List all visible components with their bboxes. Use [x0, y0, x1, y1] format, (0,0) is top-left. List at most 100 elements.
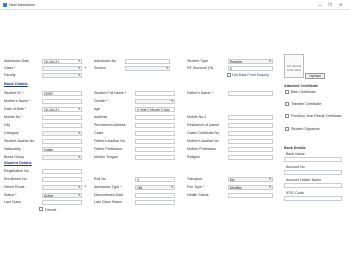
caste-certificate-no-field[interactable]	[228, 130, 273, 136]
fee-type-select[interactable]: Monthly	[228, 184, 273, 190]
birth-certificate-label: Birth Certificate	[291, 90, 316, 94]
class-label: Class *	[4, 66, 16, 70]
status-label: Status *	[4, 193, 17, 197]
residence-of-parent-field[interactable]	[228, 122, 273, 128]
last-class-field[interactable]	[42, 199, 82, 205]
format-label: Format	[45, 207, 57, 212]
nationality-field[interactable]: Indian	[42, 146, 82, 152]
blood-group-select[interactable]	[42, 154, 82, 160]
maximize-icon[interactable]: ❐	[328, 2, 332, 7]
age-label: Age	[94, 107, 101, 111]
fathers-aadhar-no-label: Father's Aadhar No	[94, 139, 125, 143]
student-aadhar-no-field[interactable]	[42, 138, 82, 144]
ifsc-code-field[interactable]	[284, 195, 342, 201]
address-label: Address	[94, 115, 108, 119]
fathers-aadhar-no-field[interactable]	[135, 138, 175, 144]
mobile-no2-label: Mobile No 2	[187, 115, 207, 119]
mobile-no-field[interactable]	[42, 114, 82, 120]
transport-label: Transport	[187, 177, 203, 181]
discontinued-date-field[interactable]	[135, 192, 175, 198]
transport-select[interactable]: No	[228, 176, 273, 182]
admission-no-field[interactable]	[125, 58, 170, 64]
last-class-label: Last Class	[4, 200, 21, 204]
nationality-label: Nationality	[4, 147, 21, 151]
city-field[interactable]	[42, 122, 82, 128]
select-route-select[interactable]	[42, 184, 82, 190]
age-field: 0 Year 0 Month 0 Day	[135, 106, 175, 112]
transfer-certificate-label: Transfer Certificate	[291, 102, 322, 106]
student-id-field[interactable]: 00087	[42, 90, 82, 96]
account-holder-name-label: Account Holder Name	[286, 177, 322, 182]
admission-type-label: Admission Type *	[94, 185, 122, 189]
student-details-heading: Student Details	[4, 161, 32, 165]
window-title: New Admission	[9, 3, 35, 7]
window-titlebar: New Admission — ❐ ✕	[0, 0, 350, 10]
student-signature-label: Student Signature	[291, 127, 320, 131]
father-profession-label: Father Profession	[94, 147, 123, 151]
student-photo: NO IMAGE AVAILABLE	[284, 54, 304, 78]
add-class-icon[interactable]: +	[84, 65, 87, 71]
transfer-certificate-checkbox[interactable]	[285, 101, 289, 106]
enrollment-no-label: Enrollment No	[4, 177, 27, 181]
student-type-label: Student Type	[187, 59, 209, 63]
app-icon	[3, 2, 7, 7]
account-holder-name-field[interactable]	[284, 182, 342, 188]
health-status-label: Health Status	[187, 193, 209, 197]
permanent-address-label: Permanent Address	[94, 123, 126, 127]
attached-certificate-heading: Attached Certificate	[284, 84, 318, 88]
status-select[interactable]: Active	[42, 192, 82, 198]
student-signature-checkbox[interactable]	[285, 126, 289, 131]
rf-discount-field[interactable]: 0	[228, 65, 273, 71]
gender-select[interactable]	[135, 98, 175, 104]
student-full-name-field[interactable]	[135, 90, 175, 96]
bank-details-heading: Bank Details	[284, 146, 306, 150]
no-image-text-2: AVAILABLE	[286, 67, 302, 72]
father-profession-field[interactable]	[135, 146, 175, 152]
caste-certificate-no-label: Caste Certificate No	[187, 131, 220, 135]
previous-year-result-checkbox[interactable]	[285, 113, 289, 118]
select-route-label: Select Route	[4, 185, 25, 189]
last-class-status-field[interactable]	[135, 199, 175, 205]
basic-details-heading: Basic Details	[4, 82, 28, 86]
date-of-birth-label: Date of Birth *	[4, 107, 27, 111]
enrollment-no-field[interactable]	[42, 176, 82, 182]
mothers-aadhar-no-field[interactable]	[228, 138, 273, 144]
registration-no-field[interactable]	[42, 168, 82, 174]
admission-date-field[interactable]: 16-Oct-21	[42, 58, 82, 64]
minimize-icon[interactable]: —	[318, 2, 322, 7]
student-type-select[interactable]: Regular	[228, 58, 273, 64]
mother-profession-field[interactable]	[228, 146, 273, 152]
roll-no-field[interactable]: 0	[135, 176, 175, 182]
registration-no-label: Registration No	[4, 169, 29, 173]
mothers-name-field[interactable]	[42, 98, 82, 104]
add-route-icon[interactable]: +	[84, 184, 87, 190]
close-icon[interactable]: ✕	[339, 2, 342, 7]
permanent-address-field[interactable]	[135, 122, 175, 128]
gender-label: Gender *	[94, 99, 109, 103]
birth-certificate-checkbox[interactable]	[285, 89, 289, 94]
category-label: Category	[4, 131, 19, 135]
date-of-birth-field[interactable]: 16-Oct-21	[42, 106, 82, 112]
upload-button[interactable]: Upload	[305, 73, 325, 79]
fathers-name-field[interactable]	[228, 90, 273, 96]
section-select[interactable]	[125, 65, 170, 71]
faculty-select[interactable]	[42, 72, 82, 78]
religion-field[interactable]	[228, 154, 273, 160]
format-checkbox[interactable]	[39, 207, 43, 211]
category-select[interactable]	[42, 130, 82, 136]
bank-name-field[interactable]	[284, 156, 342, 162]
get-data-enquiry-checkbox[interactable]	[227, 73, 231, 77]
mother-tongue-field[interactable]	[135, 154, 175, 160]
blood-group-label: Blood Group	[4, 155, 25, 159]
admission-type-select[interactable]: Old	[135, 184, 175, 190]
mobile-no-label: Mobile No *	[4, 115, 23, 119]
fathers-name-label: Father's Name *	[187, 91, 213, 95]
account-no-field[interactable]	[284, 169, 342, 175]
class-select[interactable]	[42, 65, 82, 71]
roll-no-label: Roll No	[94, 177, 106, 181]
mobile-no2-field[interactable]	[228, 114, 273, 120]
get-data-enquiry-label: Get Data From Enquiry	[232, 73, 269, 77]
address-field[interactable]	[135, 114, 175, 120]
caste-field[interactable]	[135, 130, 175, 136]
health-status-field[interactable]	[228, 192, 273, 198]
